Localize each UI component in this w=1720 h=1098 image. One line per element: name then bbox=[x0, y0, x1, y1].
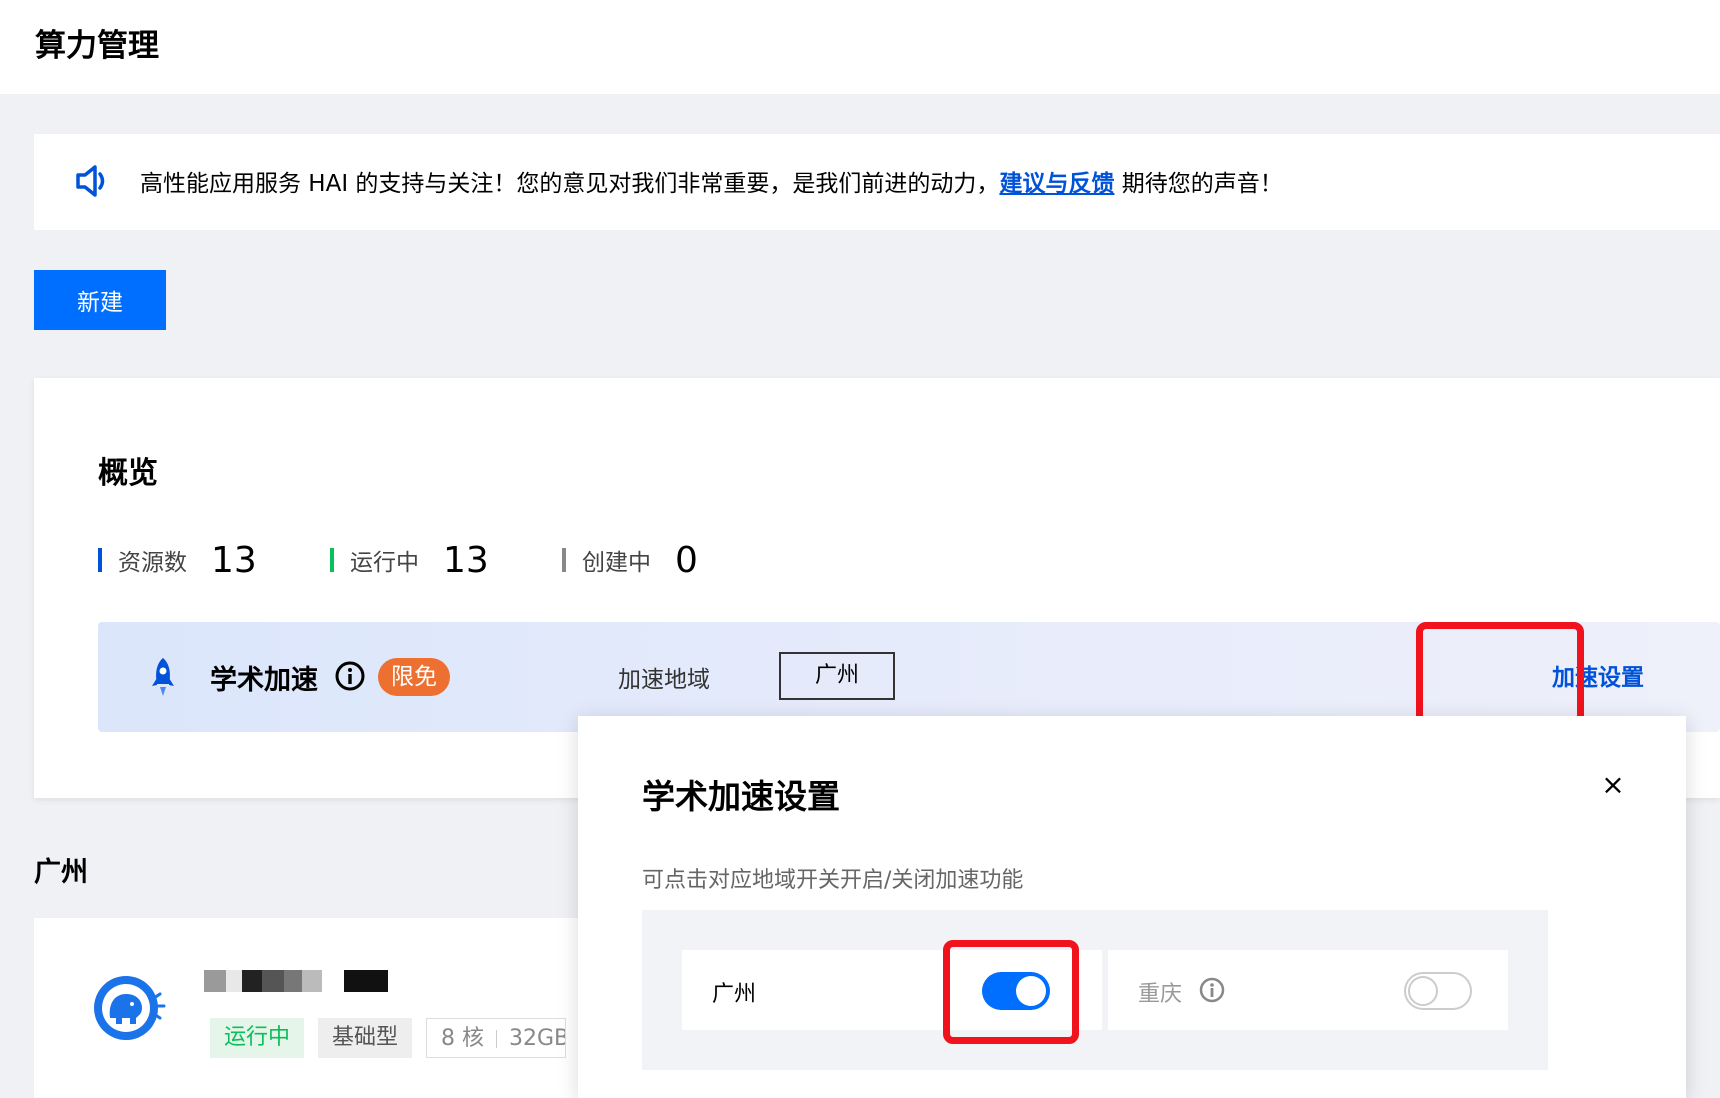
status-badge: 运行中 bbox=[210, 1018, 305, 1058]
accel-settings-popover: 学术加速设置 × 可点击对应地域开关开启/关闭加速功能 广州 重庆 bbox=[578, 716, 1686, 1098]
popover-description: 可点击对应地域开关开启/关闭加速功能 bbox=[642, 868, 1024, 893]
spec-badge: 8 核 32GB bbox=[426, 1018, 566, 1058]
stat-running: 运行中 13 bbox=[330, 538, 489, 582]
elephant-logo-icon bbox=[92, 974, 174, 1048]
toggle-knob bbox=[1408, 976, 1438, 1006]
info-icon[interactable] bbox=[1198, 976, 1226, 1008]
free-badge: 限免 bbox=[378, 658, 450, 696]
region-toggle-panel: 广州 重庆 bbox=[642, 910, 1548, 1070]
toggle-chongqing[interactable] bbox=[1404, 972, 1472, 1010]
region-item-chongqing: 重庆 bbox=[1108, 950, 1508, 1030]
close-icon[interactable]: × bbox=[1598, 770, 1628, 800]
stat-label: 运行中 bbox=[350, 550, 419, 576]
notice-text: 高性能应用服务 HAI 的支持与关注！您的意见对我们非常重要，是我们前进的动力，… bbox=[140, 164, 1283, 198]
popover-title: 学术加速设置 bbox=[642, 777, 840, 816]
page-title: 算力管理 bbox=[35, 28, 159, 64]
highlight-frame bbox=[1416, 622, 1584, 726]
info-icon[interactable] bbox=[334, 660, 366, 696]
highlight-frame bbox=[943, 940, 1079, 1044]
stat-value: 13 bbox=[211, 539, 257, 581]
stat-resources: 资源数 13 bbox=[98, 538, 257, 582]
accel-region-label: 加速地域 bbox=[618, 667, 710, 693]
type-badge: 基础型 bbox=[318, 1018, 413, 1058]
new-button[interactable]: 新建 bbox=[34, 270, 166, 330]
feedback-link[interactable]: 建议与反馈 bbox=[999, 171, 1114, 197]
stat-value: 0 bbox=[675, 539, 698, 581]
top-bar: 算力管理 bbox=[0, 0, 1720, 94]
stat-indicator bbox=[562, 548, 566, 572]
accel-region-value: 广州 bbox=[779, 652, 895, 700]
stat-label: 资源数 bbox=[118, 550, 187, 576]
stat-indicator bbox=[330, 548, 334, 572]
stat-creating: 创建中 0 bbox=[562, 538, 698, 582]
notice-text-after: 期待您的声音！ bbox=[1114, 171, 1283, 197]
feedback-notice: 高性能应用服务 HAI 的支持与关注！您的意见对我们非常重要，是我们前进的动力，… bbox=[34, 134, 1720, 230]
redacted-name bbox=[204, 970, 388, 992]
rocket-icon bbox=[150, 656, 176, 702]
region-name: 广州 bbox=[712, 982, 757, 1007]
region-heading: 广州 bbox=[34, 857, 88, 888]
accel-name: 学术加速 bbox=[210, 665, 318, 696]
overview-title: 概览 bbox=[98, 456, 158, 491]
stat-value: 13 bbox=[443, 539, 489, 581]
instance-card[interactable]: 运行中 基础型 8 核 32GB bbox=[34, 918, 594, 1098]
speaker-icon bbox=[74, 164, 108, 202]
cores-value: 8 核 bbox=[441, 1026, 484, 1051]
stat-indicator bbox=[98, 548, 102, 572]
memory-value: 32GB bbox=[509, 1026, 566, 1051]
stat-label: 创建中 bbox=[582, 550, 651, 576]
region-name: 重庆 bbox=[1138, 982, 1183, 1007]
notice-text-before: 高性能应用服务 HAI 的支持与关注！您的意见对我们非常重要，是我们前进的动力， bbox=[140, 171, 1000, 197]
